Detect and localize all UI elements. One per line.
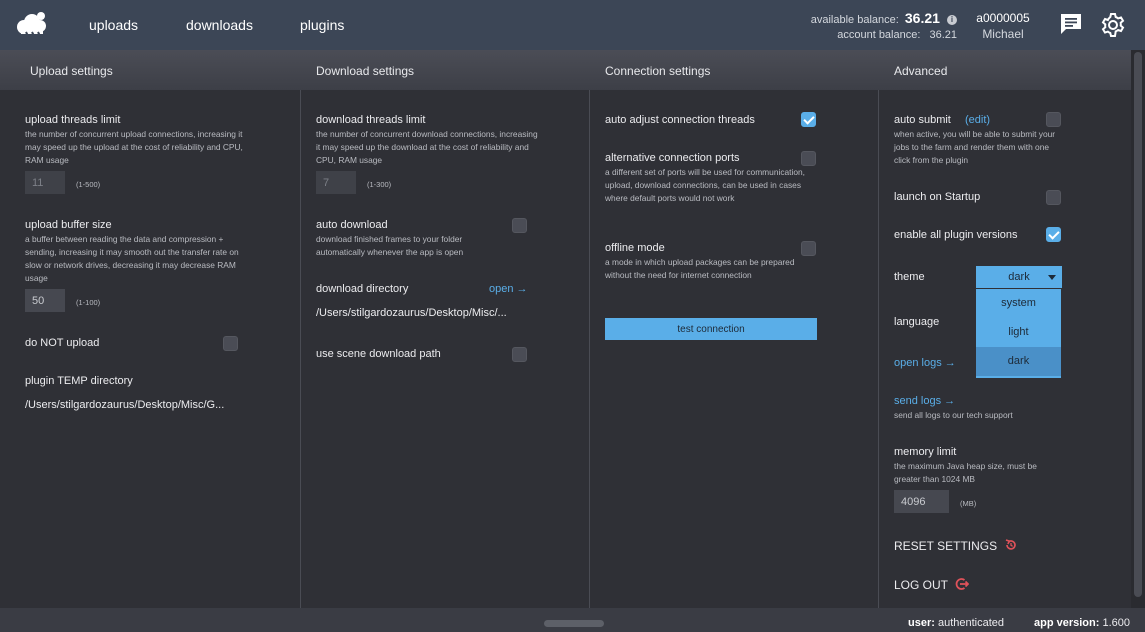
gear-icon[interactable]	[1100, 12, 1126, 38]
auto-download-label: auto download	[316, 219, 388, 231]
cloud-logo-icon[interactable]	[14, 10, 48, 38]
plugin-versions-checkbox[interactable]	[1046, 227, 1061, 242]
plugin-versions-label: enable all plugin versions	[894, 229, 1018, 241]
info-icon[interactable]: i	[947, 15, 957, 25]
balance-panel: available balance: 36.21 i account balan…	[811, 10, 957, 41]
auto-submit-description: when active, you will be able to submit …	[894, 129, 1056, 165]
upload-buffer-label: upload buffer size	[25, 219, 112, 231]
theme-label: theme	[894, 271, 925, 283]
reset-settings-label: RESET SETTINGS	[894, 539, 998, 553]
language-label: language	[894, 316, 940, 328]
temp-directory-label: plugin TEMP directory	[25, 375, 133, 387]
nav-uploads[interactable]: uploads	[89, 17, 138, 33]
available-balance-value: 36.21	[904, 10, 940, 26]
no-upload-label: do NOT upload	[25, 337, 100, 349]
column-divider	[589, 90, 590, 608]
available-balance-label: available balance:	[810, 14, 899, 26]
scene-download-path-checkbox[interactable]	[512, 347, 527, 362]
logout-icon	[955, 578, 970, 590]
alternative-ports-description: a different set of ports will be used fo…	[605, 167, 806, 203]
app-version-value: 1.600	[1102, 617, 1130, 629]
nav-plugins[interactable]: plugins	[300, 17, 344, 33]
download-directory-label: download directory	[316, 283, 409, 295]
column-divider	[300, 90, 301, 608]
scrollbar-thumb[interactable]	[1134, 52, 1142, 597]
logout-button[interactable]: LOG OUT	[894, 577, 970, 592]
upload-settings-title: Upload settings	[30, 64, 113, 78]
test-connection-button[interactable]: test connection	[605, 318, 817, 340]
nav-downloads[interactable]: downloads	[186, 17, 253, 33]
app-version-label: app version:	[1034, 617, 1100, 629]
launch-on-startup-label: launch on Startup	[894, 191, 981, 203]
account-balance-label: account balance:	[837, 29, 921, 41]
chat-icon[interactable]	[1059, 12, 1083, 36]
auto-submit-label: auto submit	[894, 114, 951, 126]
upload-threads-description: the number of concurrent upload connecti…	[25, 129, 243, 165]
auto-adjust-threads-label: auto adjust connection threads	[605, 114, 755, 126]
download-directory-path: /Users/stilgardozaurus/Desktop/Misc/...	[316, 307, 507, 319]
download-settings-title: Download settings	[316, 64, 415, 78]
upload-buffer-range: (1-100)	[76, 298, 101, 307]
reset-icon	[1006, 539, 1017, 550]
offline-mode-description: a mode in which upload packages can be p…	[605, 257, 795, 280]
scene-download-path-label: use scene download path	[316, 348, 441, 360]
account-balance-value: 36.21	[929, 29, 957, 41]
no-upload-checkbox[interactable]	[223, 336, 238, 351]
offline-mode-label: offline mode	[605, 242, 665, 254]
memory-limit-description: the maximum Java heap size, must be grea…	[894, 461, 1037, 484]
upload-threads-range: (1-500)	[76, 180, 101, 189]
theme-select-value: dark	[1008, 271, 1030, 283]
theme-option-light[interactable]: light	[976, 318, 1061, 347]
resize-handle[interactable]	[544, 620, 604, 627]
logout-label: LOG OUT	[894, 578, 948, 592]
account-info[interactable]: a0000005 Michael	[976, 11, 1030, 41]
upload-threads-label: upload threads limit	[25, 114, 121, 126]
upload-threads-input[interactable]	[25, 171, 65, 194]
download-threads-label: download threads limit	[316, 114, 426, 126]
download-threads-description: the number of concurrent download connec…	[316, 129, 538, 165]
download-threads-range: (1-300)	[367, 180, 392, 189]
memory-limit-label: memory limit	[894, 446, 957, 458]
status-bar: user: authenticated app version: 1.600	[0, 608, 1145, 632]
launch-on-startup-checkbox[interactable]	[1046, 190, 1061, 205]
download-threads-input[interactable]	[316, 171, 356, 194]
column-divider	[878, 90, 879, 608]
advanced-settings-title: Advanced	[894, 64, 948, 78]
upload-buffer-description: a buffer between reading the data and co…	[25, 234, 239, 283]
theme-dropdown: system light dark	[976, 289, 1061, 378]
upload-buffer-input[interactable]	[25, 289, 65, 312]
theme-option-dark[interactable]: dark	[976, 347, 1061, 376]
temp-directory-path: /Users/stilgardozaurus/Desktop/Misc/G...	[25, 399, 225, 411]
auto-adjust-threads-checkbox[interactable]	[801, 112, 816, 127]
send-logs-description: send all logs to our tech support	[894, 410, 1013, 420]
alternative-ports-label: alternative connection ports	[605, 152, 740, 164]
section-header-bar: Upload settings Download settings Connec…	[0, 50, 1131, 90]
user-status-value: authenticated	[937, 617, 1005, 629]
reset-settings-button[interactable]: RESET SETTINGS	[894, 538, 1018, 553]
auto-submit-edit-link[interactable]: (edit)	[965, 114, 990, 126]
theme-option-system[interactable]: system	[976, 289, 1061, 318]
user-status-label: user:	[908, 617, 935, 629]
chevron-down-icon	[1048, 275, 1056, 280]
auto-download-checkbox[interactable]	[512, 218, 527, 233]
memory-limit-unit: (MB)	[960, 499, 977, 508]
account-name: Michael	[982, 27, 1024, 41]
auto-download-description: download finished frames to your folder …	[316, 234, 464, 257]
theme-select[interactable]: dark	[976, 266, 1062, 288]
offline-mode-checkbox[interactable]	[801, 241, 816, 256]
alternative-ports-checkbox[interactable]	[801, 151, 816, 166]
connection-settings-title: Connection settings	[605, 64, 711, 78]
app-version: app version: 1.600	[1034, 617, 1130, 629]
send-logs-link[interactable]: send logs →	[894, 395, 955, 407]
user-status: user: authenticated	[908, 617, 1004, 629]
auto-submit-checkbox[interactable]	[1046, 112, 1061, 127]
account-id: a0000005	[976, 11, 1030, 25]
top-bar: uploads downloads plugins available bala…	[0, 0, 1145, 50]
open-logs-link[interactable]: open logs →	[894, 357, 956, 369]
download-directory-open-link[interactable]: open →	[489, 283, 528, 295]
memory-limit-input[interactable]	[894, 490, 949, 513]
